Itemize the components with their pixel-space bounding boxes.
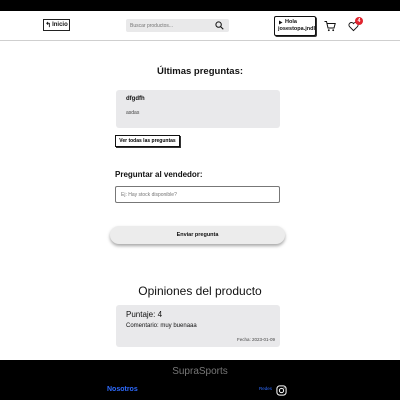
see-all-questions-button[interactable]: Ver todas las preguntas <box>115 135 180 147</box>
back-arrow-icon: ↰ <box>45 22 52 29</box>
reviews-title: Opiniones del producto <box>138 284 262 298</box>
search-icon[interactable] <box>215 21 224 30</box>
top-black-bar <box>0 0 400 11</box>
back-home-label: Inicio <box>52 22 68 28</box>
answer-text: asdas <box>126 110 140 116</box>
ask-seller-label: Preguntar al vendedor: <box>115 170 203 179</box>
questions-title: Últimas preguntas: <box>156 66 244 77</box>
question-text: dfgdfh <box>126 96 145 102</box>
send-question-button[interactable]: Enviar pregunta <box>110 226 285 244</box>
caret-right-icon <box>279 20 283 25</box>
review-card: Puntaje: 4 Comentario: muy buenaaa Fecha… <box>116 305 280 347</box>
about-us-link[interactable]: Nosotros <box>107 386 138 393</box>
review-date: Fecha: 2023-01-09 <box>236 337 275 342</box>
user-name: josestopa.jndl <box>278 26 315 32</box>
social-link[interactable]: Redes <box>259 386 272 391</box>
user-greeting: Hola <box>285 19 297 25</box>
review-score: Puntaje: 4 <box>126 310 163 319</box>
review-comment: Comentario: muy buenaaa <box>126 323 197 329</box>
user-menu-button[interactable]: Hola josestopa.jndl <box>274 16 316 36</box>
search-input[interactable] <box>126 22 206 29</box>
question-input[interactable] <box>115 186 280 203</box>
footer: SupraSports Nosotros Redes <box>0 360 400 400</box>
header: ↰ Inicio Hola josestopa.jndl 4 <box>0 11 400 41</box>
search-bar <box>126 19 229 32</box>
cart-icon[interactable] <box>324 20 336 32</box>
question-card: dfgdfh asdas <box>116 90 280 128</box>
favorites-count-badge: 4 <box>355 17 363 25</box>
footer-brand: SupraSports <box>172 366 228 377</box>
back-home-button[interactable]: ↰ Inicio <box>43 19 70 31</box>
instagram-icon[interactable] <box>276 385 287 396</box>
